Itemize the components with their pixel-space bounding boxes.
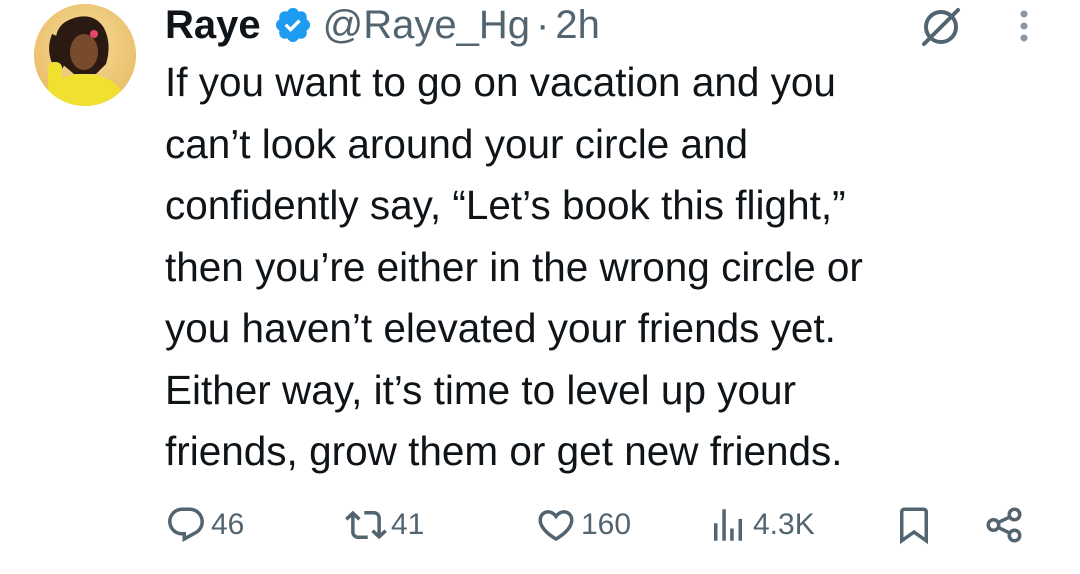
bookmark-button[interactable] [893, 500, 935, 550]
repost-icon [345, 510, 387, 540]
views-count: 4.3K [753, 508, 815, 541]
avatar-image [34, 4, 136, 106]
avatar[interactable] [34, 4, 136, 106]
like-button[interactable]: 160 [535, 500, 631, 550]
post-text-line: Either way, it’s time to level up your [165, 366, 797, 413]
post-text-line: then you’re either in the wrong circle o… [165, 243, 863, 290]
author-handle[interactable]: @Raye_Hg [323, 3, 530, 48]
bookmark-icon [900, 507, 928, 545]
views-icon [714, 509, 742, 541]
separator-dot: · [536, 2, 550, 47]
post-text-line: friends, grow them or get new friends. [165, 428, 843, 474]
post-text-line: If you want to go on vacation and you [165, 59, 836, 105]
post-actions: 46 41 160 4.3K [165, 500, 1035, 550]
share-icon [986, 507, 1022, 543]
views-button[interactable]: 4.3K [707, 500, 815, 550]
author-name[interactable]: Raye [165, 3, 261, 48]
more-options-icon[interactable] [1012, 6, 1036, 46]
post-header: Raye @Raye_Hg · 2h [165, 0, 600, 50]
like-count: 160 [581, 508, 632, 541]
repost-count: 41 [391, 508, 425, 541]
share-button[interactable] [983, 500, 1025, 550]
reply-count: 46 [211, 508, 245, 541]
heart-icon [538, 510, 574, 542]
post-text-line: can’t look around your circle and [165, 120, 749, 167]
post-text: If you want to go on vacation and you ca… [165, 52, 1045, 483]
repost-button[interactable]: 41 [345, 500, 424, 550]
post-text-line: confidently say, “Let’s book this flight… [165, 182, 846, 228]
grok-icon[interactable] [918, 4, 964, 50]
reply-button[interactable]: 46 [165, 500, 244, 550]
reply-icon [168, 507, 204, 542]
post-text-line: you haven’t elevated your friends yet. [165, 305, 836, 351]
verified-badge-icon [275, 7, 310, 43]
post-timestamp[interactable]: 2h [555, 3, 600, 48]
